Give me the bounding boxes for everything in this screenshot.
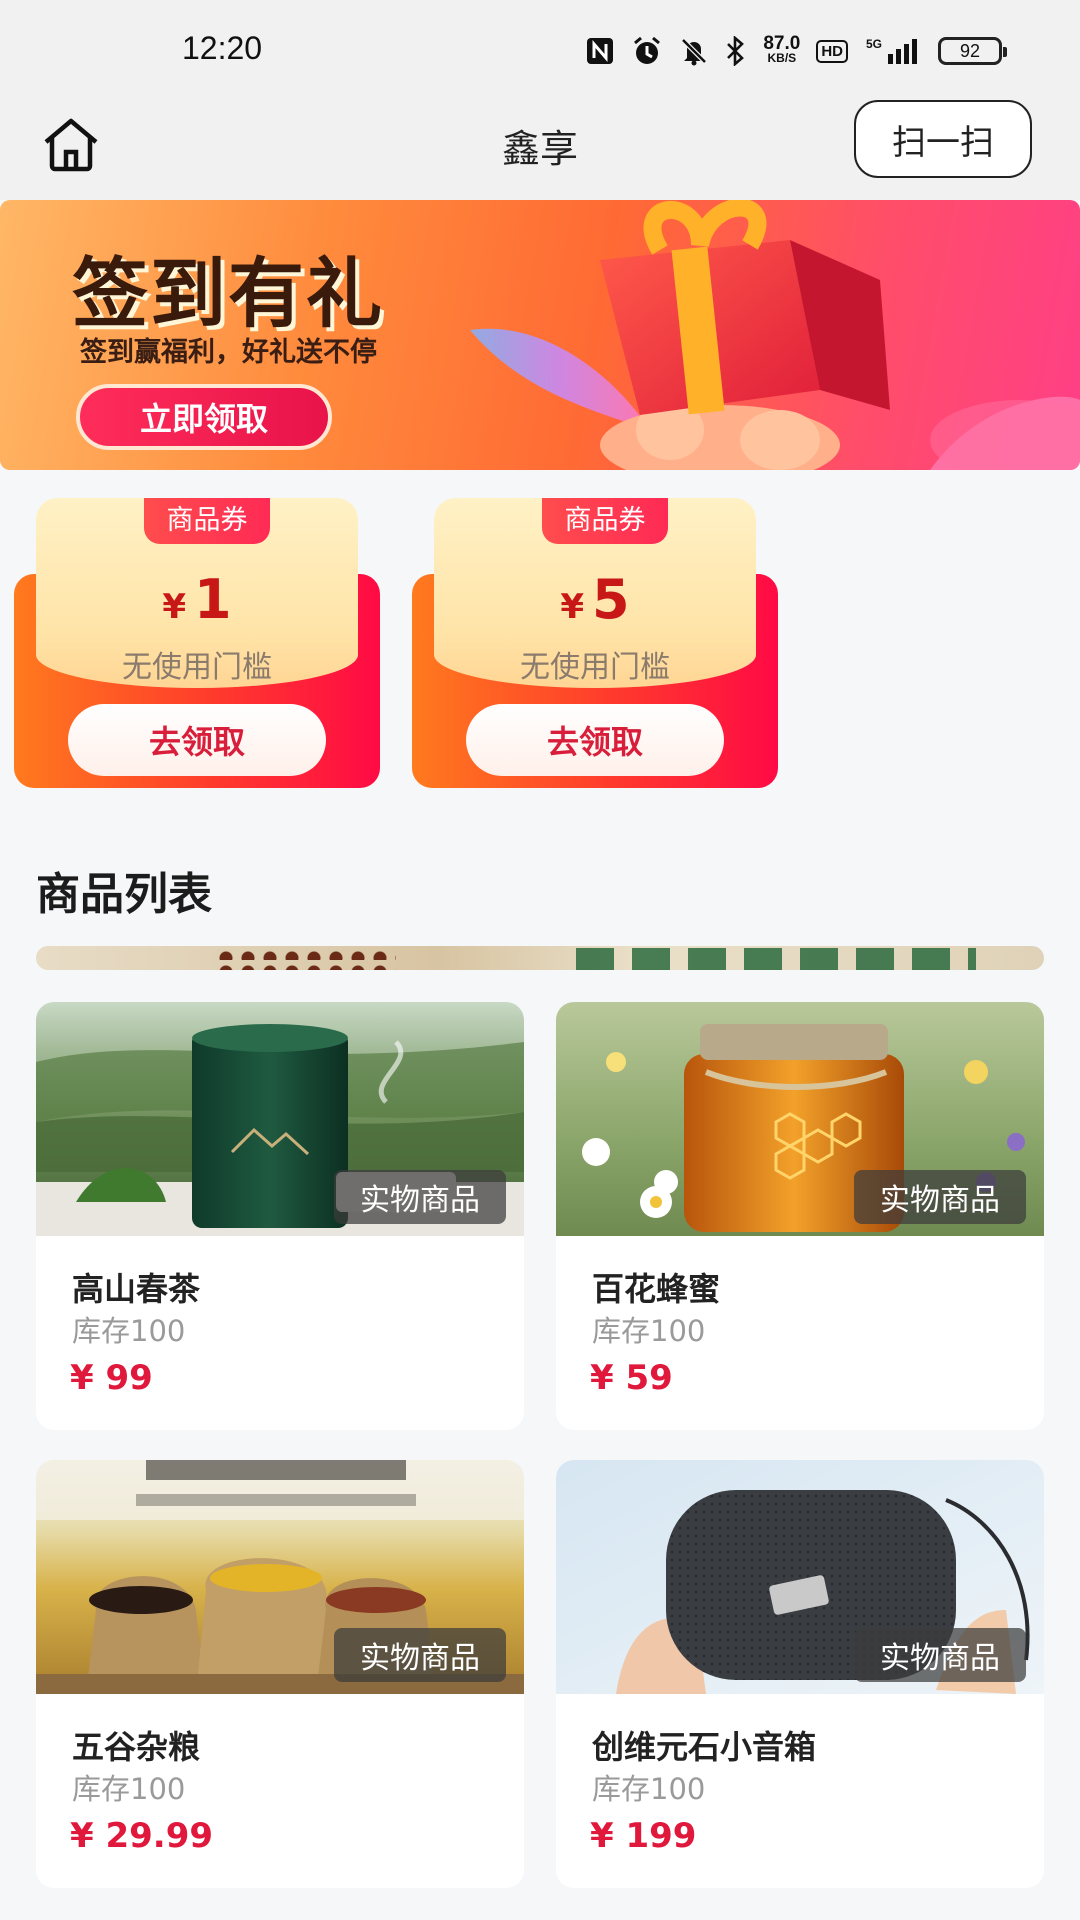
promo-strip-art <box>576 948 976 970</box>
currency-symbol: ¥ <box>162 587 187 627</box>
banner-title: 签到有礼 <box>72 249 384 338</box>
product-card[interactable]: 实物商品 五谷杂粮 库存100 ¥ 29.99 <box>36 1460 524 1888</box>
coupon-card: 商品券 ¥1 无使用门槛 去领取 <box>14 498 380 790</box>
battery-indicator: 92 <box>938 37 1007 65</box>
currency-symbol: ¥ <box>560 587 585 627</box>
checkin-banner[interactable]: 签到有礼 签到赢福利，好礼送不停 立即领取 <box>0 200 1080 470</box>
coupon-face: 商品券 ¥5 无使用门槛 <box>434 498 756 688</box>
claim-coupon-button[interactable]: 去领取 <box>68 704 326 776</box>
product-price: ¥ 29.99 <box>70 1816 214 1856</box>
beans-image <box>216 946 396 970</box>
product-card[interactable]: 实物商品 高山春茶 库存100 ¥ 99 <box>36 1002 524 1430</box>
network-speed: 87.0 KB/S <box>763 33 801 66</box>
coupon-amount: ¥1 <box>36 568 358 631</box>
svg-text:5G: 5G <box>866 37 882 51</box>
coupon-tag: 商品券 <box>542 498 668 544</box>
network-speed-unit: KB/S <box>767 51 797 65</box>
coupon-value: 5 <box>592 568 630 631</box>
mute-icon <box>679 36 709 66</box>
product-type-tag: 实物商品 <box>854 1170 1026 1224</box>
product-stock: 库存100 <box>592 1314 706 1348</box>
promo-strip[interactable] <box>36 946 1044 970</box>
signal-icon: 5G <box>864 36 922 66</box>
product-stock: 库存100 <box>592 1772 706 1806</box>
section-title: 商品列表 <box>36 869 212 920</box>
coupon-condition: 无使用门槛 <box>520 650 670 685</box>
coupon-condition: 无使用门槛 <box>122 650 272 685</box>
status-time: 12:20 <box>182 30 263 66</box>
hd-badge: HD <box>816 39 848 63</box>
app-header: 鑫享 扫一扫 <box>0 100 1080 200</box>
gift-box-illustration <box>470 200 1080 470</box>
coupon-face: 商品券 ¥1 无使用门槛 <box>36 498 358 688</box>
product-type-tag: 实物商品 <box>854 1628 1026 1682</box>
product-type-tag: 实物商品 <box>334 1170 506 1224</box>
product-stock: 库存100 <box>72 1314 186 1348</box>
coupon-amount: ¥5 <box>434 568 756 631</box>
claim-now-button[interactable]: 立即领取 <box>76 384 332 450</box>
status-icons: 87.0 KB/S HD 5G 92 <box>585 33 1007 68</box>
product-price: ¥ 99 <box>70 1358 153 1398</box>
product-stock: 库存100 <box>72 1772 186 1806</box>
coupon-card: 商品券 ¥5 无使用门槛 去领取 <box>412 498 778 790</box>
nfc-icon <box>585 36 615 66</box>
product-price: ¥ 59 <box>590 1358 673 1398</box>
product-card[interactable]: 实物商品 创维元石小音箱 库存100 ¥ 199 <box>556 1460 1044 1888</box>
network-speed-value: 87.0 <box>763 33 801 54</box>
product-name: 创维元石小音箱 <box>592 1728 817 1766</box>
claim-coupon-button[interactable]: 去领取 <box>466 704 724 776</box>
product-price: ¥ 199 <box>590 1816 697 1856</box>
banner-subtitle: 签到赢福利，好礼送不停 <box>80 337 377 368</box>
product-name: 高山春茶 <box>72 1270 201 1308</box>
coupon-tag: 商品券 <box>144 498 270 544</box>
product-type-tag: 实物商品 <box>334 1628 506 1682</box>
product-card[interactable]: 实物商品 百花蜂蜜 库存100 ¥ 59 <box>556 1002 1044 1430</box>
coupon-value: 1 <box>194 568 232 631</box>
status-bar: 12:20 87.0 KB/S HD 5G 92 <box>0 0 1080 100</box>
alarm-icon <box>631 35 663 67</box>
bluetooth-icon <box>725 36 747 66</box>
product-name: 五谷杂粮 <box>72 1728 201 1766</box>
scan-button[interactable]: 扫一扫 <box>854 100 1032 178</box>
product-name: 百花蜂蜜 <box>592 1270 721 1308</box>
